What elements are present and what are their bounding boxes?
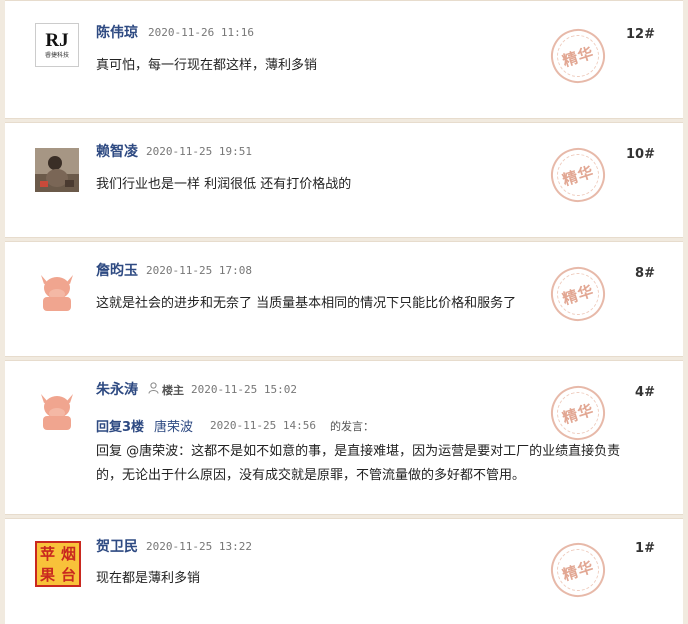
username[interactable]: 贺卫民 bbox=[96, 536, 138, 556]
stamp-label: 精华 bbox=[560, 161, 597, 189]
floor-number: 4# bbox=[635, 385, 655, 400]
comment-text: 现在都是薄利多销 bbox=[96, 571, 201, 586]
avatar-char: 烟 bbox=[60, 545, 76, 563]
post-time: 2020-11-26 11:16 bbox=[148, 26, 254, 39]
username[interactable]: 陈伟琼 bbox=[96, 22, 138, 42]
avatar[interactable] bbox=[35, 148, 79, 192]
featured-stamp-icon: 精华 bbox=[543, 259, 613, 329]
stamp-label: 精华 bbox=[560, 399, 597, 427]
comment-text: 我们行业也是一样 利润很低 还有打价格战的 bbox=[96, 177, 352, 192]
comment-text: 真可怕，每一行现在都这样，薄利多销 bbox=[96, 58, 318, 73]
floor-number: 8# bbox=[635, 266, 655, 281]
photo-avatar-icon bbox=[35, 148, 79, 192]
avatar-char: 台 bbox=[60, 566, 76, 584]
avatar-char: 果 bbox=[39, 566, 55, 584]
comment-list: RJ 睿捷科技 陈伟琼 2020-11-26 11:16 真可怕，每一行现在都这… bbox=[0, 0, 688, 624]
comment-text-line: 的，无论出于什么原因，没有成交就是原罪，不管流量做的多好都不管用。 bbox=[96, 468, 526, 483]
post-time: 2020-11-25 13:22 bbox=[146, 540, 252, 553]
featured-stamp-icon: 精华 bbox=[543, 535, 613, 605]
floor-number: 12# bbox=[626, 27, 655, 42]
comment-text-line: 回复 @唐荣波：这都不是如不如意的事，是直接难堪，因为运营是要对工厂的业绩直接负… bbox=[96, 444, 621, 459]
featured-stamp-icon: 精华 bbox=[543, 378, 613, 448]
username[interactable]: 朱永涛 bbox=[96, 379, 138, 399]
post-time: 2020-11-25 17:08 bbox=[146, 264, 252, 277]
floor-number: 1# bbox=[635, 541, 655, 556]
owner-badge: 楼主 bbox=[162, 384, 184, 397]
avatar-logo-text: RJ bbox=[45, 29, 69, 51]
post-time: 2020-11-25 19:51 bbox=[146, 145, 252, 158]
cow-avatar-icon bbox=[35, 267, 79, 311]
floor-number: 10# bbox=[626, 147, 655, 162]
comment-card: 詹昀玉 2020-11-25 17:08 这就是社会的进步和无奈了 当质量基本相… bbox=[5, 241, 683, 357]
reply-username-link[interactable]: 唐荣波 bbox=[154, 416, 193, 435]
cow-avatar-icon bbox=[35, 386, 79, 430]
avatar-char: 苹 bbox=[39, 545, 55, 563]
stamp-label: 精华 bbox=[560, 556, 597, 584]
avatar-logo-subtext: 睿捷科技 bbox=[44, 51, 69, 59]
avatar[interactable]: 苹 烟 果 台 bbox=[35, 541, 81, 587]
reply-floor-link[interactable]: 回复3楼 bbox=[96, 416, 144, 435]
featured-stamp-icon: 精华 bbox=[543, 140, 613, 210]
comment-card: 苹 烟 果 台 贺卫民 2020-11-25 13:22 现在都是薄利多销 1#… bbox=[5, 518, 683, 624]
avatar[interactable] bbox=[35, 267, 79, 311]
user-outline-icon bbox=[148, 382, 159, 397]
avatar[interactable] bbox=[35, 386, 79, 430]
avatar[interactable]: RJ 睿捷科技 bbox=[35, 23, 79, 67]
featured-stamp-icon: 精华 bbox=[543, 21, 613, 91]
stamp-label: 精华 bbox=[560, 280, 597, 308]
comment-card: 朱永涛 楼主 2020-11-25 15:02 回复3楼 唐荣波 2020-11… bbox=[5, 360, 683, 515]
username[interactable]: 詹昀玉 bbox=[96, 260, 138, 280]
comment-text: 这就是社会的进步和无奈了 当质量基本相同的情况下只能比价格和服务了 bbox=[96, 296, 517, 311]
comment-card: RJ 睿捷科技 陈伟琼 2020-11-26 11:16 真可怕，每一行现在都这… bbox=[5, 0, 683, 119]
reply-suffix: 的发言： bbox=[330, 420, 374, 433]
stamp-label: 精华 bbox=[560, 42, 597, 70]
username[interactable]: 赖智凌 bbox=[96, 141, 138, 161]
post-time: 2020-11-25 15:02 bbox=[191, 383, 297, 396]
comment-card: 赖智凌 2020-11-25 19:51 我们行业也是一样 利润很低 还有打价格… bbox=[5, 122, 683, 238]
reply-time: 2020-11-25 14:56 bbox=[210, 419, 316, 432]
